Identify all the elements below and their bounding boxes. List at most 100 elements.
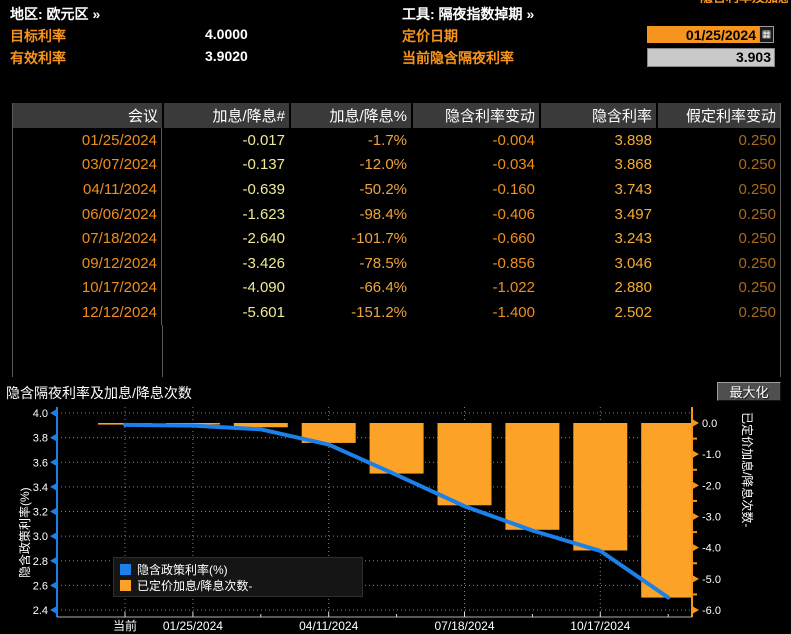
legend-item-bar: 已定价加息/降息次数- <box>120 577 356 593</box>
legend-label: 已定价加息/降息次数- <box>137 578 253 593</box>
tool-selector[interactable]: 工具: 隔夜指数掉期 » <box>402 4 534 24</box>
left-axis-title: 隐含政策利率(%) <box>18 487 32 578</box>
table-cell: -3.426 <box>242 254 285 272</box>
table-cell: 0.250 <box>738 180 776 198</box>
column-header: 加息/降息# <box>162 103 289 128</box>
table-cell: 12/12/2024 <box>13 300 162 325</box>
table-cell: 06/06/2024 <box>13 201 162 227</box>
right-tick-arrow <box>692 606 699 615</box>
table-cell: -0.034 <box>492 156 535 174</box>
column-header: 加息/降息% <box>289 103 411 128</box>
right-tick-label: -6.0 <box>702 605 721 617</box>
table-cell: 04/11/2024 <box>13 177 162 202</box>
table-cell: 0.250 <box>738 254 776 272</box>
chart-title: 隐含隔夜利率及加息/降息次数 <box>6 385 192 401</box>
column-header: 假定利率变动 <box>656 103 780 128</box>
rate-chart: 4.0 3.8 3.6 3.4 3.2 3.0 2.8 2.6 2.4 0.0 -1.0 -2.0 -3… <box>33 407 721 633</box>
table-cell: -0.137 <box>242 156 285 174</box>
table-cell: 01/25/2024 <box>13 128 162 153</box>
right-tick-arrow <box>692 481 699 490</box>
left-tick-label: 3.2 <box>33 507 48 519</box>
table-cell: -101.7% <box>351 230 407 248</box>
table-cell: -12.0% <box>359 156 407 174</box>
table-row: 06/06/2024 -1.623 -98.4% -0.406 3.497 0.250 <box>13 201 780 227</box>
right-tick-label: -4.0 <box>702 543 721 555</box>
left-tick-arrow <box>50 409 57 417</box>
table-cell: -1.022 <box>492 279 535 297</box>
table-header-row: 会议 加息/降息# 加息/降息% 隐含利率变动 隐含利率 假定利率变动 <box>13 103 780 128</box>
table-cell: -1.623 <box>242 205 285 223</box>
table-cell: 07/18/2024 <box>13 226 162 251</box>
left-tick-label: 3.6 <box>33 457 48 469</box>
table-cell: -151.2% <box>351 303 407 321</box>
x-tick-label: 01/25/2024 <box>163 619 223 633</box>
table-cell: 3.046 <box>614 254 652 272</box>
table-cell: 0.250 <box>738 131 776 149</box>
right-tick-label: -3.0 <box>702 512 721 524</box>
line-series-swatch <box>120 563 131 575</box>
table-cell: 10/17/2024 <box>13 275 162 301</box>
left-tick-label: 3.8 <box>33 433 48 445</box>
target-rate-value: 4.0000 <box>205 26 248 42</box>
right-axis-title: 已定价加息/降息次数- <box>740 412 754 528</box>
table-cell: -2.640 <box>242 230 285 248</box>
table-cell: 2.502 <box>614 303 652 321</box>
right-tick-label: -1.0 <box>702 449 721 461</box>
table-cell: -0.639 <box>242 180 285 198</box>
table-row: 07/18/2024 -2.640 -101.7% -0.660 3.243 0.250 <box>13 226 780 251</box>
table-cell: -1.7% <box>367 131 407 149</box>
calendar-icon[interactable]: ▦ <box>759 26 774 43</box>
left-tick-arrow <box>50 482 57 491</box>
table-cell: 03/07/2024 <box>13 152 162 178</box>
table-cell: -0.004 <box>492 131 535 149</box>
table-cell: 0.250 <box>738 230 776 248</box>
table-row: 12/12/2024 -5.601 -151.2% -1.400 2.502 0.250 <box>13 300 780 325</box>
column-header: 隐含利率 <box>539 103 656 128</box>
table-cell: 3.497 <box>614 205 652 223</box>
right-tick-arrow <box>692 450 699 459</box>
bar-series-swatch <box>120 579 131 591</box>
pricing-date-input[interactable] <box>647 26 759 43</box>
table-cell: 0.250 <box>738 303 776 321</box>
effective-rate-value: 3.9020 <box>205 48 248 64</box>
left-tick-label: 2.4 <box>33 605 48 617</box>
table-cell: 0.250 <box>738 205 776 223</box>
x-tick-label: 07/18/2024 <box>434 619 494 633</box>
table-cell: 3.743 <box>614 180 652 198</box>
right-tick-arrow <box>692 543 699 552</box>
right-tick-label: -2.0 <box>702 480 721 492</box>
left-tick-label: 2.8 <box>33 556 48 568</box>
table-cell: 2.880 <box>614 279 652 297</box>
table-cell: 3.243 <box>614 230 652 248</box>
table-row: 03/07/2024 -0.137 -12.0% -0.034 3.868 0.250 <box>13 152 780 178</box>
table-row: 09/12/2024 -3.426 -78.5% -0.856 3.046 0.250 <box>13 250 780 276</box>
table-row: 04/11/2024 -0.639 -50.2% -0.160 3.743 0.250 <box>13 177 780 202</box>
rate-table: 会议 加息/降息# 加息/降息% 隐含利率变动 隐含利率 假定利率变动 01/25/2024… <box>12 103 781 325</box>
left-tick-label: 3.4 <box>33 482 48 494</box>
column-header: 会议 <box>127 108 158 125</box>
left-tick-arrow <box>50 606 57 615</box>
cuts-priced-bar <box>573 423 628 551</box>
legend-label: 隐含政策利率(%) <box>137 562 228 577</box>
table-cell: -1.400 <box>492 303 535 321</box>
table-cell: 3.898 <box>614 131 652 149</box>
table-cell: -66.4% <box>359 279 407 297</box>
table-cell: -0.406 <box>492 205 535 223</box>
region-selector[interactable]: 地区: 欧元区 » <box>10 4 100 24</box>
cuts-priced-bar <box>505 423 560 530</box>
table-cell: -50.2% <box>359 180 407 198</box>
table-cell: -5.601 <box>242 303 285 321</box>
right-tick-arrow <box>692 512 699 521</box>
left-tick-arrow <box>50 556 57 565</box>
maximize-button[interactable]: 最大化 <box>717 382 781 401</box>
table-cell: 0.250 <box>738 156 776 174</box>
table-cell: -0.017 <box>242 131 285 149</box>
table-filler <box>12 325 781 377</box>
left-tick-label: 3.0 <box>33 531 48 543</box>
table-row: 01/25/2024 -0.017 -1.7% -0.004 3.898 0.250 <box>13 128 780 153</box>
right-tick-arrow <box>692 574 699 583</box>
left-tick-arrow <box>50 433 57 442</box>
left-tick-arrow <box>50 581 57 590</box>
target-rate-label: 目标利率 <box>10 28 66 44</box>
table-cell: -0.160 <box>492 180 535 198</box>
